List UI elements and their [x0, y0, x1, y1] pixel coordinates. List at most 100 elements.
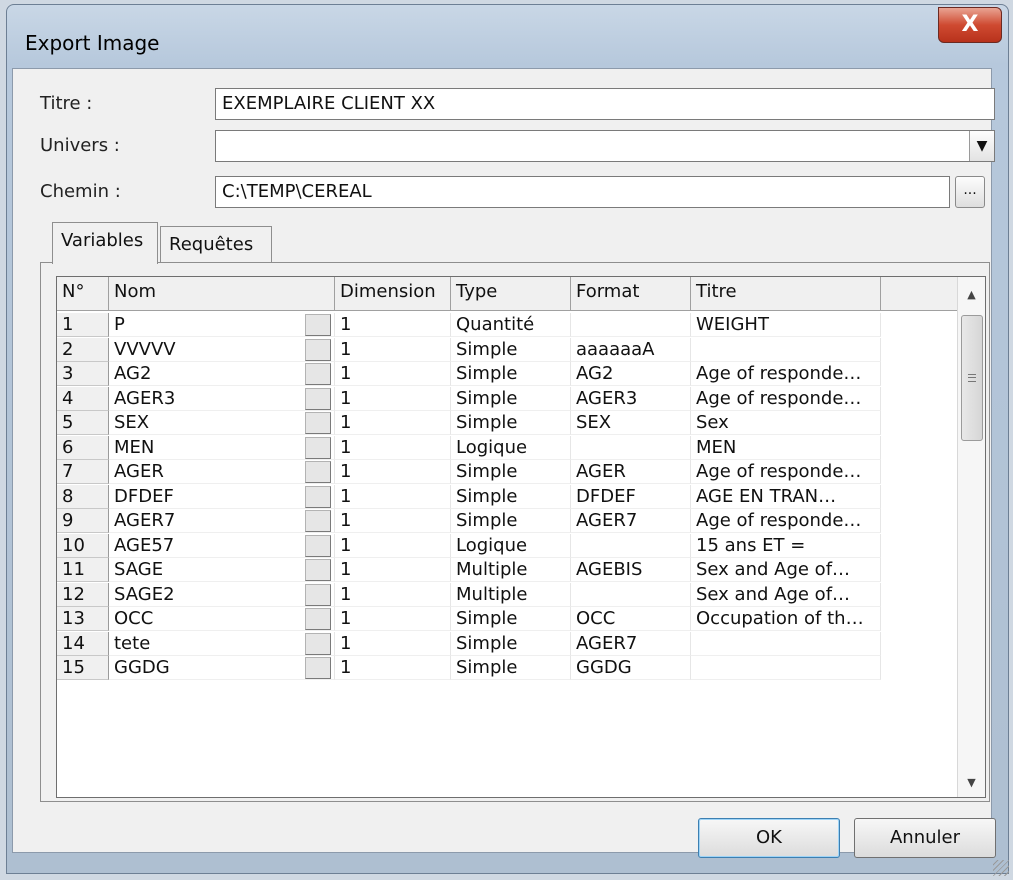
cell-dimension[interactable]: 1 — [335, 582, 451, 607]
chevron-down-icon[interactable]: ▼ — [969, 131, 994, 161]
cell-dimension[interactable]: 1 — [335, 313, 451, 337]
cell-type[interactable]: Simple — [451, 484, 571, 509]
cell-titre[interactable]: 15 ans ET = — [691, 533, 881, 558]
cell-type[interactable]: Simple — [451, 607, 571, 631]
close-button[interactable]: X — [938, 7, 1002, 43]
ok-button[interactable]: OK — [698, 818, 840, 858]
cell-dimension[interactable]: 1 — [335, 484, 451, 509]
cell-type[interactable]: Simple — [451, 411, 571, 435]
cell-dimension[interactable]: 1 — [335, 533, 451, 558]
cell-nom[interactable]: AGER — [109, 460, 335, 484]
cell-format[interactable]: AGER — [571, 460, 691, 484]
cell-titre[interactable] — [691, 631, 881, 656]
cell-type[interactable]: Simple — [451, 509, 571, 533]
cell-titre[interactable]: AGE EN TRAN… — [691, 484, 881, 509]
cell-type[interactable]: Simple — [451, 631, 571, 656]
cell-dimension[interactable]: 1 — [335, 509, 451, 533]
scroll-up-arrow-icon[interactable]: ▲ — [958, 283, 985, 307]
cell-nom[interactable]: AGE57 — [109, 533, 335, 558]
cell-titre[interactable]: Sex and Age of… — [691, 558, 881, 582]
cell-format[interactable] — [571, 582, 691, 607]
nom-cell-button[interactable] — [305, 559, 331, 581]
cell-dimension[interactable]: 1 — [335, 435, 451, 460]
cell-format[interactable]: OCC — [571, 607, 691, 631]
vertical-scrollbar[interactable]: ▲ ▼ — [957, 277, 985, 797]
column-header-num[interactable]: N° — [57, 277, 109, 311]
cell-type[interactable]: Logique — [451, 533, 571, 558]
cell-nom[interactable]: DFDEF — [109, 484, 335, 509]
cell-type[interactable]: Simple — [451, 656, 571, 680]
cell-nom[interactable]: tete — [109, 631, 335, 656]
column-header-format[interactable]: Format — [571, 277, 691, 311]
nom-cell-button[interactable] — [305, 412, 331, 434]
cell-dimension[interactable]: 1 — [335, 411, 451, 435]
nom-cell-button[interactable] — [305, 583, 331, 606]
column-header-titre[interactable]: Titre — [691, 277, 881, 311]
chemin-input[interactable]: C:\TEMP\CEREAL — [215, 176, 950, 208]
cell-titre[interactable] — [691, 656, 881, 680]
nom-cell-button[interactable] — [305, 461, 331, 483]
cell-type[interactable]: Quantité — [451, 313, 571, 337]
cell-format[interactable] — [571, 533, 691, 558]
titre-input[interactable]: EXEMPLAIRE CLIENT XX — [215, 88, 995, 120]
cell-format[interactable]: DFDEF — [571, 484, 691, 509]
cell-titre[interactable]: Age of responde… — [691, 460, 881, 484]
nom-cell-button[interactable] — [305, 314, 331, 336]
cell-nom[interactable]: AGER3 — [109, 386, 335, 411]
nom-cell-button[interactable] — [305, 363, 331, 385]
cell-format[interactable]: AGEBIS — [571, 558, 691, 582]
cell-format[interactable] — [571, 435, 691, 460]
cell-type[interactable]: Logique — [451, 435, 571, 460]
column-header-nom[interactable]: Nom — [109, 277, 335, 311]
cell-nom[interactable]: SAGE — [109, 558, 335, 582]
nom-cell-button[interactable] — [305, 436, 331, 459]
cell-titre[interactable]: Sex and Age of… — [691, 582, 881, 607]
nom-cell-button[interactable] — [305, 608, 331, 630]
cell-type[interactable]: Simple — [451, 460, 571, 484]
nom-cell-button[interactable] — [305, 338, 331, 361]
nom-cell-button[interactable] — [305, 632, 331, 655]
cell-titre[interactable]: Sex — [691, 411, 881, 435]
tab-variables[interactable]: Variables — [52, 222, 158, 264]
cell-type[interactable]: Multiple — [451, 582, 571, 607]
scrollbar-thumb[interactable] — [961, 315, 983, 441]
cell-titre[interactable]: MEN — [691, 435, 881, 460]
cell-format[interactable] — [571, 313, 691, 337]
cell-type[interactable]: Simple — [451, 386, 571, 411]
cell-nom[interactable]: OCC — [109, 607, 335, 631]
cell-nom[interactable]: SAGE2 — [109, 582, 335, 607]
cell-dimension[interactable]: 1 — [335, 631, 451, 656]
cell-nom[interactable]: SEX — [109, 411, 335, 435]
scroll-down-arrow-icon[interactable]: ▼ — [958, 771, 985, 795]
cell-titre[interactable]: Age of responde… — [691, 509, 881, 533]
cell-dimension[interactable]: 1 — [335, 337, 451, 362]
column-header-dimension[interactable]: Dimension — [335, 277, 451, 311]
cell-type[interactable]: Simple — [451, 362, 571, 386]
nom-cell-button[interactable] — [305, 387, 331, 410]
cell-nom[interactable]: VVVVV — [109, 337, 335, 362]
cell-nom[interactable]: MEN — [109, 435, 335, 460]
cell-format[interactable]: aaaaaaA — [571, 337, 691, 362]
resize-grip-icon[interactable] — [993, 860, 1009, 876]
cell-format[interactable]: SEX — [571, 411, 691, 435]
browse-button[interactable]: ... — [955, 176, 985, 208]
cell-dimension[interactable]: 1 — [335, 558, 451, 582]
tab-requetes[interactable]: Requêtes — [160, 226, 272, 262]
cell-format[interactable]: AG2 — [571, 362, 691, 386]
cell-titre[interactable]: WEIGHT — [691, 313, 881, 337]
nom-cell-button[interactable] — [305, 485, 331, 508]
nom-cell-button[interactable] — [305, 534, 331, 557]
variables-grid[interactable]: N° Nom Dimension Type Format Titre 1 P 1 Qu… — [56, 276, 986, 798]
cell-titre[interactable]: Age of responde… — [691, 362, 881, 386]
nom-cell-button[interactable] — [305, 657, 331, 679]
cell-format[interactable]: AGER3 — [571, 386, 691, 411]
cell-format[interactable]: AGER7 — [571, 509, 691, 533]
cell-dimension[interactable]: 1 — [335, 607, 451, 631]
cell-nom[interactable]: P — [109, 313, 335, 337]
univers-combobox[interactable]: ▼ — [215, 130, 995, 162]
cell-dimension[interactable]: 1 — [335, 386, 451, 411]
cell-dimension[interactable]: 1 — [335, 656, 451, 680]
cell-type[interactable]: Multiple — [451, 558, 571, 582]
cell-titre[interactable]: Occupation of th… — [691, 607, 881, 631]
cell-dimension[interactable]: 1 — [335, 460, 451, 484]
